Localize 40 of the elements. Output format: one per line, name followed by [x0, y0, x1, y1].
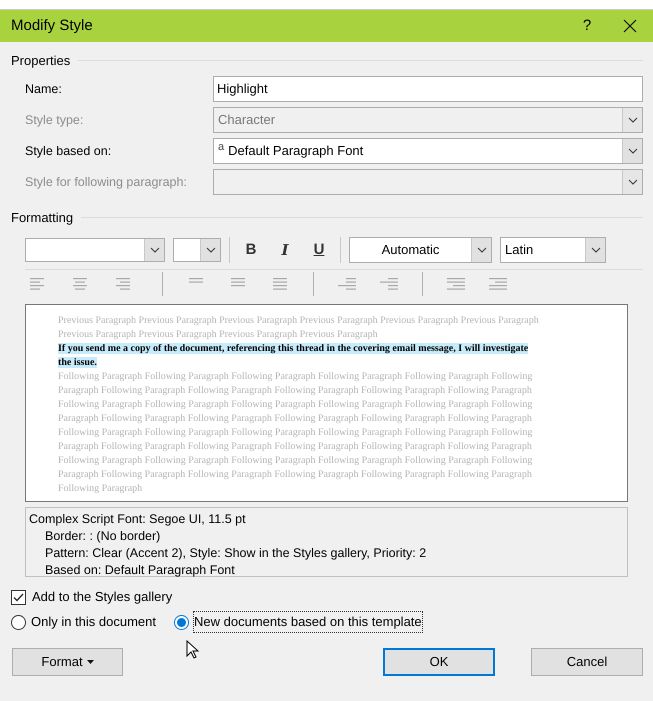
name-field[interactable]: Highlight [213, 76, 643, 102]
sample-text: the issue. [58, 357, 97, 368]
font-size-dropdown[interactable] [173, 238, 221, 262]
align-center-icon[interactable] [72, 276, 90, 292]
radio-button[interactable] [11, 614, 26, 630]
previous-paragraph: Previous Paragraph Previous Paragraph Previous Paragraph Previous Paragraph Previous Paragraph Previous Paragraph Previous Paragraph Previous Paragraph Previous Paragraph Previous Paragraph [58, 314, 540, 342]
description-line: Based on: Default Paragraph Font [44, 562, 236, 579]
cancel-button[interactable]: Cancel [531, 648, 643, 676]
checkbox[interactable] [11, 590, 26, 604]
font-dropdown[interactable] [25, 238, 165, 262]
checkbox-label: Add to the Styles gallery [32, 588, 172, 606]
sample-text: If you send me a copy of the document, referencing this thread in the covering email message, I will investigate [58, 343, 528, 354]
format-menu-button[interactable]: Format [12, 648, 123, 676]
caret-icon [86, 660, 94, 664]
window-title: Modify Style [11, 16, 94, 36]
double-spacing-icon[interactable] [271, 276, 289, 292]
radio-button[interactable] [174, 614, 190, 630]
ok-button[interactable]: OK [383, 648, 495, 676]
font-color-dropdown[interactable]: Automatic [349, 237, 492, 263]
radio-label: New documents based on this template [194, 612, 422, 632]
bold-button[interactable]: B [238, 238, 264, 262]
script-dropdown[interactable]: Latin [500, 237, 606, 263]
field-label: Style based on: [25, 144, 112, 158]
close-icon [623, 19, 637, 33]
style-dropdown[interactable]: a Default Paragraph Font [213, 138, 643, 164]
description-line: Complex Script Font: Segoe UI, 11.5 pt [29, 511, 247, 528]
description-line: Border: : (No border) [44, 528, 162, 545]
section-heading: Formatting [11, 208, 74, 227]
description-line: Pattern: Clear (Accent 2), Style: Show in the Styles gallery, Priority: 2 [44, 545, 428, 562]
mouse-pointer-icon [186, 640, 199, 659]
field-label: Style type: [25, 112, 84, 127]
radio-label: Only in this document [31, 613, 156, 632]
field-label: Style for following paragraph: [25, 174, 187, 189]
field-label: Name: [25, 82, 62, 96]
italic-button[interactable]: I [272, 238, 298, 262]
underline-button[interactable]: U [306, 238, 332, 262]
align-right-icon[interactable] [114, 276, 132, 292]
help-button[interactable]: ? [567, 10, 607, 42]
following-paragraph: Following Paragraph Following Paragraph Following Paragraph Following Paragraph Following Paragraph Following Paragraph Following Paragraph Following Paragraph Following Paragraph Following Paragraph Following Paragraph Following Paragraph Following Paragraph Following Paragraph Following Paragraph Following Paragraph Following Paragraph Following Paragraph Following Paragraph Following Paragraph Following Paragraph Following Paragraph Following Paragraph Following Paragraph Following Paragraph Following Paragraph Following Paragraph Following Paragraph Following Paragraph Following Paragraph Following Paragraph Following Paragraph Following Paragraph Following Paragraph Following Paragraph Following Paragraph Following Paragraph Following Paragraph Following Paragraph Following Paragraph Following Paragraph Following Paragraph Following Paragraph Following Paragraph Following Paragraph [58, 370, 534, 496]
section-heading: Properties [11, 52, 70, 70]
